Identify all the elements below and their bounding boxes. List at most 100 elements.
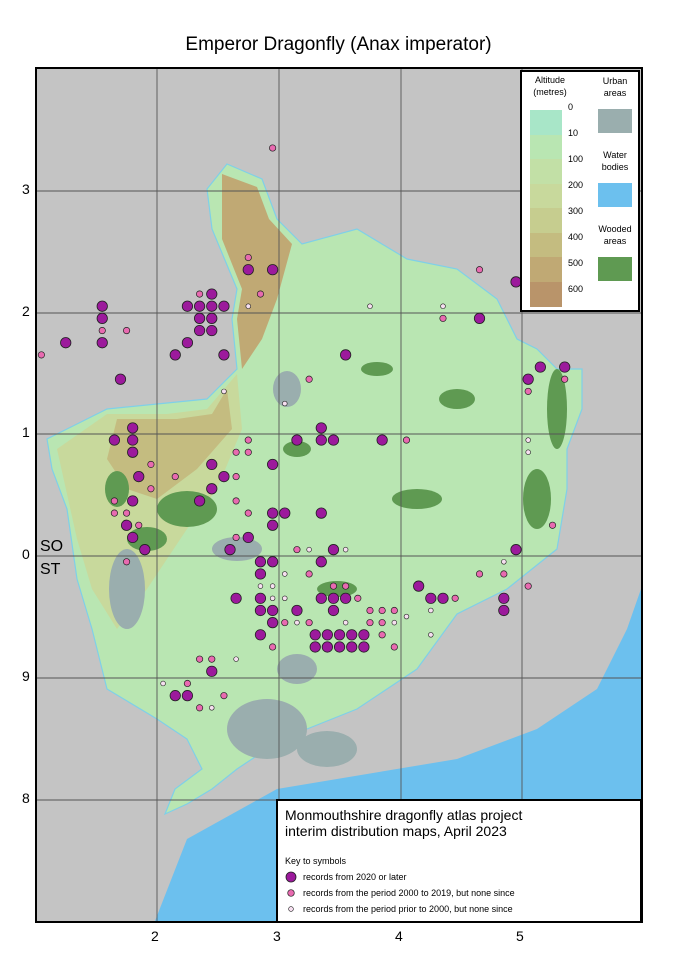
record-2020-later [522,373,534,385]
record-2020-later [333,641,346,653]
y-tick: 1 [22,424,30,440]
record-2000-2019 [293,546,301,554]
record-2020-later [193,495,206,507]
x-tick: 5 [516,928,524,944]
record-2020-later [127,434,139,446]
record-2020-later [340,592,352,604]
key-label: records from 2020 or later [303,872,407,882]
altitude-color-ramp [530,110,562,307]
record-2020-later [230,592,242,604]
record-2020-later [473,312,486,324]
altitude-legend: Altitude (metres) 0 10 100 200 300 400 500 600 … [520,70,640,312]
record-2020-later [315,422,327,434]
record-2000-2019 [183,679,191,688]
record-2020-later [327,434,340,446]
altitude-unit: (metres) [533,87,567,97]
altitude-level-label: 400 [568,232,584,242]
y-tick: 0 [22,546,30,562]
record-2020-later [346,629,358,641]
record-2020-later [309,629,321,641]
urban-label: areas [603,88,627,98]
record-2000-2019 [196,655,204,663]
record-2000-2019 [475,570,484,578]
record-pre-2000 [428,632,434,638]
altitude-ramp-step [530,257,562,282]
record-pre-2000 [282,400,288,407]
record-2020-later [291,434,303,446]
record-pre-2000 [269,583,276,589]
record-2020-later [327,592,340,604]
altitude-level-label: 200 [568,180,584,190]
record-2000-2019 [256,290,264,298]
altitude-level-label: 300 [568,206,584,216]
record-pre-2000 [525,437,531,443]
grid-square-label: SO [40,538,64,555]
project-title: Monmouthshire dragonfly atlas project [285,807,523,823]
record-2020-later [267,556,279,568]
urban-swatch [598,109,632,133]
record-pre-2000 [269,595,276,601]
key-label: records from the period prior to 2000, b… [303,904,513,914]
record-2000-2019 [281,619,289,627]
record-pre-2000 [233,656,239,662]
record-pre-2000 [294,619,300,626]
x-tick: 2 [151,928,159,944]
record-2000-2019 [232,533,240,541]
record-2020-later [327,544,340,556]
project-subtitle: interim distribution maps, April 2023 [285,823,507,839]
record-2020-later [321,641,333,653]
record-2000-2019 [305,375,313,383]
record-2020-later [267,458,279,471]
record-2020-later [315,507,327,519]
record-pre-2000 [282,571,288,577]
record-pre-2000 [245,303,251,309]
record-2000-2019 [110,509,118,517]
record-2020-later [425,592,437,604]
record-2020-later [254,604,267,617]
record-2020-later [267,604,279,617]
record-2000-2019 [220,692,228,700]
record-2000-2019 [123,558,131,566]
altitude-level-label: 500 [568,258,584,268]
x-tick: 4 [395,928,403,944]
record-2000-2019 [439,314,447,322]
record-2020-later [218,349,230,361]
record-2020-later [254,568,267,580]
record-2000-2019 [475,266,484,274]
record-2020-later [315,556,327,568]
record-2000-2019 [342,582,350,590]
record-2000-2019 [244,436,252,444]
record-2020-later [127,446,139,458]
altitude-ramp-step [530,208,562,233]
record-2020-later [346,641,358,653]
y-tick: 8 [22,790,30,806]
record-2020-later [224,544,236,556]
altitude-ramp-step [530,232,562,258]
record-2020-later [279,507,291,519]
altitude-ramp-step [530,159,562,184]
symbol-small-pale [288,906,294,912]
record-pre-2000 [428,607,434,614]
record-2020-later [358,641,370,653]
water-swatch [598,183,632,207]
record-2020-later [437,592,449,604]
record-2000-2019 [171,473,179,481]
altitude-level-label: 10 [568,128,579,138]
record-2020-later [108,434,121,446]
record-2020-later [413,580,425,592]
record-2020-later [193,312,206,324]
altitude-ramp-step [530,281,562,307]
water-label: bodies [601,162,629,172]
y-tick: 3 [22,181,30,197]
record-pre-2000 [209,705,215,711]
wooded-label: areas [603,236,627,246]
record-2000-2019 [244,509,252,517]
record-2000-2019 [147,485,155,493]
record-2020-later [267,617,279,629]
record-2000-2019 [232,473,240,481]
record-pre-2000 [440,303,446,309]
record-2000-2019 [561,375,569,383]
record-2000-2019 [232,448,240,456]
record-2000-2019 [110,497,118,505]
record-2020-later [139,544,151,556]
